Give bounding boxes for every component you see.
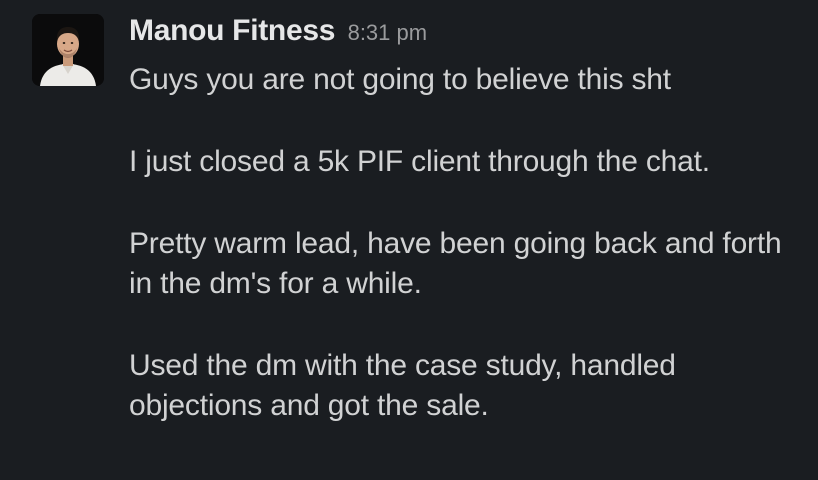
- message-paragraph: Pretty warm lead, have been going back a…: [129, 227, 782, 300]
- message-paragraph: I just closed a 5k PIF client through th…: [129, 145, 710, 178]
- author-name[interactable]: Manou Fitness: [129, 14, 335, 47]
- user-avatar-photo-icon: [32, 14, 104, 86]
- message: Manou Fitness 8:31 pm Guys you are not g…: [0, 0, 818, 480]
- message-paragraph: Guys you are not going to believe this s…: [129, 63, 671, 96]
- timestamp[interactable]: 8:31 pm: [348, 20, 428, 45]
- avatar[interactable]: [32, 14, 104, 86]
- message-paragraph: Used the dm with the case study, handled…: [129, 349, 676, 422]
- message-header: Manou Fitness 8:31 pm: [129, 14, 427, 54]
- message-body: Guys you are not going to believe this s…: [129, 60, 799, 468]
